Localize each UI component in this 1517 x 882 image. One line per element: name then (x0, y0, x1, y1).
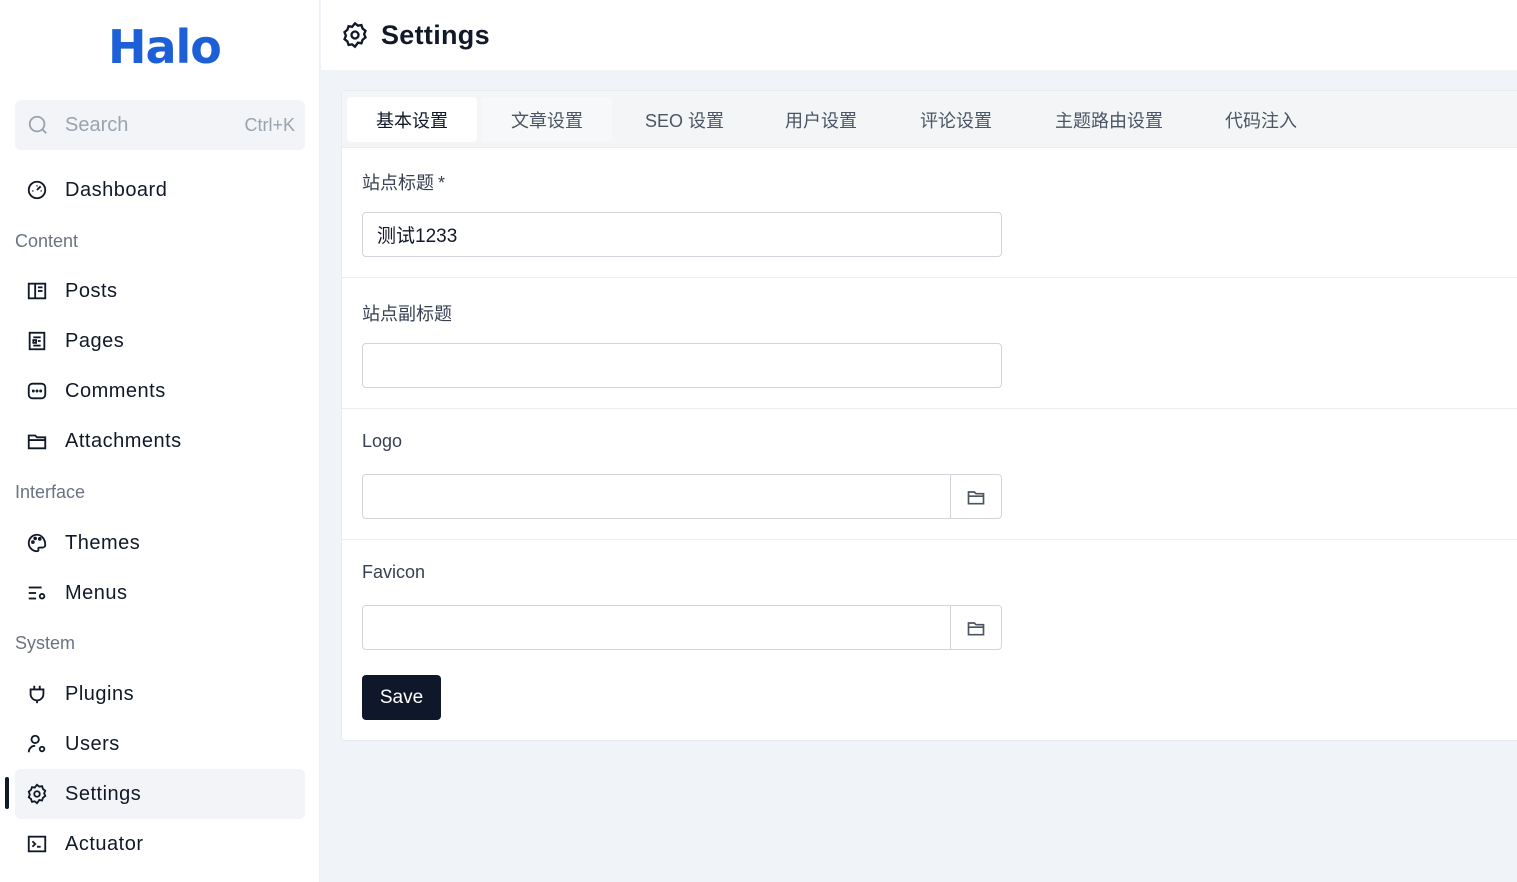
sidebar-item-attachments[interactable]: Attachments (15, 416, 305, 466)
pages-icon (25, 329, 49, 353)
section-system: System (15, 633, 76, 653)
sidebar-item-dashboard[interactable]: Dashboard (15, 165, 305, 215)
sidebar-item-label: Plugins (65, 682, 135, 705)
site-subtitle-label: 站点副标题 (362, 304, 452, 324)
tab-post[interactable]: 文章设置 (482, 97, 612, 142)
sidebar-item-settings[interactable]: Settings (15, 769, 305, 819)
logo-input[interactable] (362, 474, 1002, 519)
folder-icon (25, 429, 49, 453)
favicon-label: Favicon (362, 562, 426, 582)
page-header: Settings (321, 0, 1517, 70)
sidebar-item-actuator[interactable]: Actuator (15, 819, 305, 869)
site-title-input[interactable]: 测试1233 (362, 212, 1002, 257)
tab-code-inject[interactable]: 代码注入 (1195, 97, 1327, 142)
settings-card: 基本设置 文章设置 SEO 设置 用户设置 评论设置 主题路由设置 代码注入 站… (341, 90, 1517, 741)
sidebar-item-label: Settings (65, 782, 142, 805)
save-button[interactable]: Save (362, 675, 441, 720)
tab-theme-route[interactable]: 主题路由设置 (1026, 97, 1192, 142)
sidebar-item-pages[interactable]: Pages (15, 316, 305, 366)
divider (342, 277, 1517, 278)
gear-icon (343, 21, 367, 49)
search-placeholder: Search (65, 113, 129, 136)
logo-label: Logo (362, 431, 403, 451)
favicon-input[interactable] (362, 605, 1002, 650)
sidebar-item-label: Users (65, 732, 120, 755)
section-content: Content (15, 231, 79, 251)
posts-icon (25, 279, 49, 303)
page-title: Settings (381, 19, 490, 50)
user-icon (25, 732, 49, 756)
sidebar-item-menus[interactable]: Menus (15, 568, 305, 618)
folder-icon (967, 621, 985, 635)
divider (342, 408, 1517, 409)
folder-icon (967, 490, 985, 504)
site-title-label-text: 站点标题 (362, 173, 434, 193)
site-title-value: 测试1233 (377, 226, 458, 247)
sidebar-item-users[interactable]: Users (15, 719, 305, 769)
active-indicator (5, 777, 9, 809)
halo-logo[interactable]: Halo (108, 20, 222, 74)
sidebar-item-posts[interactable]: Posts (15, 266, 305, 316)
sidebar-item-themes[interactable]: Themes (15, 518, 305, 568)
site-title-label: 站点标题 * (362, 169, 445, 195)
sidebar-item-comments[interactable]: Comments (15, 366, 305, 416)
menu-settings-icon (25, 581, 49, 605)
terminal-icon (25, 832, 49, 856)
sidebar-item-label: Themes (65, 531, 141, 554)
comments-icon (25, 379, 49, 403)
logo-browse-button[interactable] (950, 475, 1001, 518)
dashboard-icon (25, 178, 49, 202)
sidebar-item-label: Comments (65, 379, 166, 402)
sidebar-item-label: Pages (65, 329, 125, 352)
sidebar-item-label: Attachments (65, 429, 182, 452)
search-shortcut: Ctrl+K (244, 114, 295, 135)
sidebar-item-label: Posts (65, 279, 118, 302)
palette-icon (25, 531, 49, 555)
site-subtitle-input[interactable] (362, 343, 1002, 388)
search-box[interactable]: Search Ctrl+K (15, 100, 305, 150)
gear-icon (25, 782, 49, 806)
tab-comment[interactable]: 评论设置 (890, 97, 1022, 142)
sidebar-item-label: Dashboard (65, 178, 168, 201)
tab-user[interactable]: 用户设置 (755, 97, 887, 142)
favicon-browse-button[interactable] (950, 606, 1001, 649)
plug-icon (25, 682, 49, 706)
sidebar-item-plugins[interactable]: Plugins (15, 669, 305, 719)
tab-basic[interactable]: 基本设置 (347, 97, 477, 142)
tab-seo[interactable]: SEO 设置 (617, 97, 752, 142)
divider (342, 539, 1517, 540)
required-mark: * (438, 173, 446, 193)
section-interface: Interface (15, 482, 86, 502)
tab-bar: 基本设置 文章设置 SEO 设置 用户设置 评论设置 主题路由设置 代码注入 (342, 91, 1517, 148)
sidebar-item-label: Actuator (65, 832, 144, 855)
sidebar-item-label: Menus (65, 581, 128, 604)
search-icon (28, 115, 47, 134)
sidebar: Halo Search Ctrl+K Dashboard Content Pos… (0, 0, 320, 882)
